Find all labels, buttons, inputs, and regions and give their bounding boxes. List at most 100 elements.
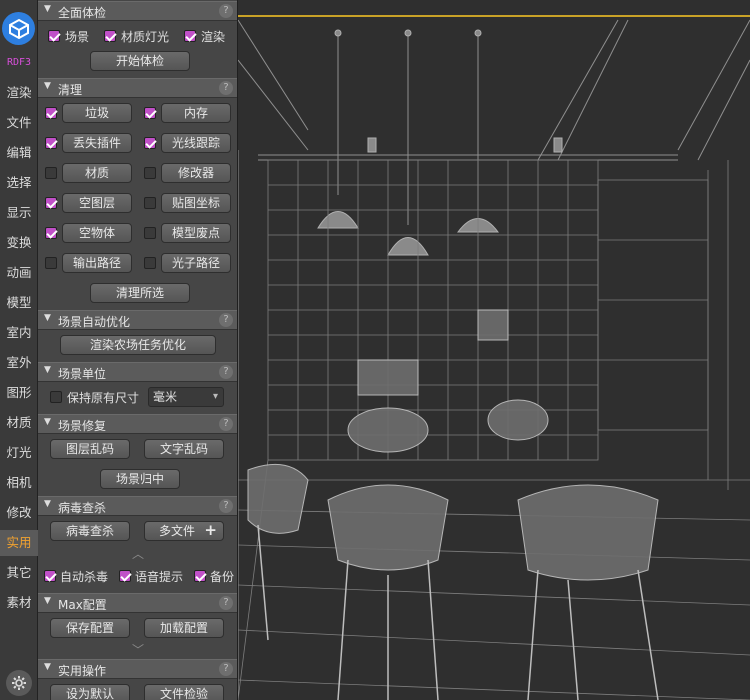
multi-file-label: 多文件 [159,524,196,538]
multi-file-button[interactable]: 多文件 + [144,521,224,541]
checkbox-material[interactable] [45,167,57,179]
section-title: 实用操作 [58,664,107,678]
menu-item-shapes[interactable]: 图形 [0,380,38,406]
help-icon[interactable]: ? [219,313,233,327]
menu-item-modify[interactable]: 修改 [0,500,38,526]
collapse-arrow-icon: ▼ [44,365,51,375]
menu-item-assets[interactable]: 素材 [0,590,38,616]
help-icon[interactable]: ? [219,596,233,610]
viewport-3d[interactable] [238,0,750,700]
app-logo-icon[interactable] [2,12,35,45]
scene-center-button[interactable]: 场景归中 [100,469,180,489]
menu-item-interior[interactable]: 室内 [0,320,38,346]
save-config-button[interactable]: 保存配置 [50,618,130,638]
checkbox-label: 语音提示 [135,570,184,584]
section-header-antivirus[interactable]: ▼ 病毒查杀 ? [38,496,237,516]
memory-button[interactable]: 内存 [161,103,231,123]
menu-item-render[interactable]: 渲染 [0,80,38,106]
checkbox-backup[interactable] [194,570,206,582]
menu-item-material[interactable]: 材质 [0,410,38,436]
menu-item-animation[interactable]: 动画 [0,260,38,286]
menu-item-display[interactable]: 显示 [0,200,38,226]
section-header-units[interactable]: ▼ 场景单位 ? [38,362,237,382]
section-header-max-config[interactable]: ▼ Max配置 ? [38,593,237,613]
menu-item-camera[interactable]: 相机 [0,470,38,496]
text-garbled-button[interactable]: 文字乱码 [144,439,224,459]
collapse-arrow-icon: ▼ [44,4,51,14]
unit-select[interactable]: 毫米 ▾ [148,387,224,407]
menu-item-file[interactable]: 文件 [0,110,38,136]
model-waste-button[interactable]: 模型废点 [161,223,231,243]
menu-item-other[interactable]: 其它 [0,560,38,586]
section-header-utility[interactable]: ▼ 实用操作 ? [38,659,237,679]
checkbox-empty-object[interactable] [45,227,57,239]
photon-path-button[interactable]: 光子路径 [161,253,231,273]
chevron-down-icon[interactable]: ﹀ [38,644,237,656]
checkbox-model-waste[interactable] [144,227,156,239]
checkbox-output-path[interactable] [45,257,57,269]
checkbox-photon-path[interactable] [144,257,156,269]
menu-item-select[interactable]: 选择 [0,170,38,196]
collapse-arrow-icon: ▼ [44,596,51,606]
section-header-full-check[interactable]: ▼ 全面体检 ? [38,1,237,21]
checkbox-scene[interactable] [48,30,60,42]
checkbox-render[interactable] [184,30,196,42]
file-check-button[interactable]: 文件检验 [144,684,224,700]
help-icon[interactable]: ? [219,4,233,18]
menu-item-transform[interactable]: 变换 [0,230,38,256]
clean-selected-button[interactable]: 清理所选 [90,283,190,303]
checkbox-map-coords[interactable] [144,197,156,209]
checkbox-voice-tip[interactable] [119,570,131,582]
menu-item-model[interactable]: 模型 [0,290,38,316]
checkbox-material-light[interactable] [104,30,116,42]
collapse-arrow-icon: ▼ [44,662,51,672]
checkbox-auto-kill[interactable] [44,570,56,582]
chevron-up-icon[interactable]: ︿ [38,548,237,560]
material-button[interactable]: 材质 [62,163,132,183]
garbage-button[interactable]: 垃圾 [62,103,132,123]
menu-item-utility[interactable]: 实用 [0,530,38,556]
section-header-auto-opt[interactable]: ▼ 场景自动优化 ? [38,310,237,330]
help-icon[interactable]: ? [219,662,233,676]
checkbox-missing-plugins[interactable] [45,137,57,149]
farm-opt-button[interactable]: 渲染农场任务优化 [60,335,216,355]
load-config-button[interactable]: 加载配置 [144,618,224,638]
checkbox-empty-layer[interactable] [45,197,57,209]
empty-object-button[interactable]: 空物体 [62,223,132,243]
checkbox-modifier[interactable] [144,167,156,179]
checkbox-keep-size[interactable] [50,391,62,403]
section-title: 场景自动优化 [58,315,131,329]
missing-plugins-button[interactable]: 丢失插件 [62,133,132,153]
help-icon[interactable]: ? [219,417,233,431]
section-title: 全面体检 [58,6,107,20]
set-default-button[interactable]: 设为默认 [50,684,130,700]
checkbox-raytrace[interactable] [144,137,156,149]
layer-garbled-button[interactable]: 图层乱码 [50,439,130,459]
section-header-cleanup[interactable]: ▼ 清理 ? [38,78,237,98]
chevron-down-icon: ▾ [212,391,218,402]
menu-item-edit[interactable]: 编辑 [0,140,38,166]
plus-icon: + [204,521,217,539]
checkbox-label: 场景 [65,30,90,44]
output-path-button[interactable]: 输出路径 [62,253,132,273]
modifier-button[interactable]: 修改器 [161,163,231,183]
raytrace-button[interactable]: 光线跟踪 [161,133,231,153]
section-header-repair[interactable]: ▼ 场景修复 ? [38,414,237,434]
virus-scan-button[interactable]: 病毒查杀 [50,521,130,541]
help-icon[interactable]: ? [219,81,233,95]
collapse-arrow-icon: ▼ [44,417,51,427]
gear-icon[interactable] [6,670,32,696]
help-icon[interactable]: ? [219,365,233,379]
empty-layer-button[interactable]: 空图层 [62,193,132,213]
help-icon[interactable]: ? [219,499,233,513]
menu-item-exterior[interactable]: 室外 [0,350,38,376]
menu-item-light[interactable]: 灯光 [0,440,38,466]
section-title: 清理 [58,83,83,97]
section-title: 场景修复 [58,419,107,433]
checkbox-garbage[interactable] [45,107,57,119]
checkbox-label: 保持原有尺寸 [67,391,140,405]
map-coords-button[interactable]: 贴图坐标 [161,193,231,213]
start-check-button[interactable]: 开始体检 [90,51,190,71]
checkbox-label: 自动杀毒 [60,570,109,584]
checkbox-memory[interactable] [144,107,156,119]
